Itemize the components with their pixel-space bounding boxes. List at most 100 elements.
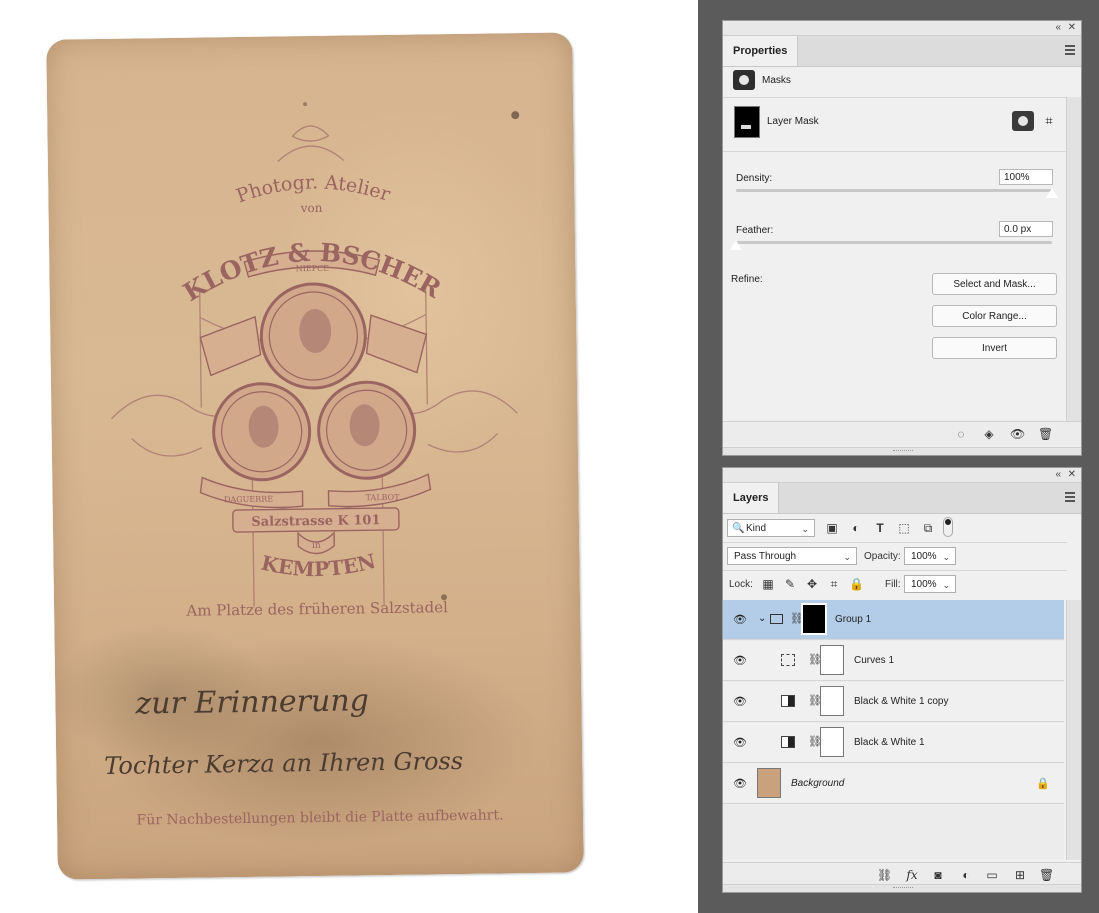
link-layers-icon[interactable]: ⛓: [877, 868, 892, 882]
layer-kind-filter[interactable]: 🔍 Kind ⌄: [727, 519, 815, 537]
lock-icon: 🔒: [1036, 778, 1050, 790]
apply-mask-icon[interactable]: ◈: [982, 427, 996, 441]
stamp-in: in: [312, 541, 321, 551]
tab-properties[interactable]: Properties: [723, 36, 799, 66]
stamp-banner-top: NIEPCE: [296, 264, 330, 273]
document-canvas[interactable]: Photogr. Atelier von KLOTZ & BSCHER NIEP…: [0, 0, 698, 913]
color-range-button[interactable]: Color Range...: [932, 305, 1057, 327]
fx-icon[interactable]: fx: [905, 868, 919, 882]
panel-menu-icon[interactable]: [1065, 492, 1075, 502]
visibility-eye-icon[interactable]: 👁: [733, 614, 747, 626]
stamp-banner-left: DAGUERRE: [224, 495, 273, 505]
type-filter-icon[interactable]: T: [873, 521, 887, 535]
adjustment-filter-icon[interactable]: ◐: [849, 521, 863, 535]
lock-image-pixels-icon[interactable]: ✎: [783, 577, 797, 591]
collapse-panel-icon[interactable]: «: [1055, 468, 1061, 482]
layers-scrollbar[interactable]: [1066, 600, 1081, 860]
stamp-footer: Für Nachbestellungen bleibt die Platte a…: [136, 807, 503, 828]
layer-kind-filter-value: Kind: [746, 523, 767, 534]
close-panel-icon[interactable]: ✕: [1068, 468, 1076, 482]
layer-mask-thumbnail[interactable]: [820, 686, 844, 716]
background-layer-thumbnail[interactable]: [757, 768, 781, 798]
chevron-down-icon: ⌄: [942, 552, 950, 562]
fill-input[interactable]: 100% ⌄: [904, 575, 956, 593]
panel-menu-icon[interactable]: [1065, 45, 1075, 55]
layer-row-curves-1[interactable]: 👁 ⛓ Curves 1: [723, 641, 1064, 681]
tab-layers[interactable]: Layers: [723, 483, 780, 513]
visibility-eye-icon[interactable]: 👁: [733, 778, 747, 790]
new-group-folder-icon[interactable]: ▭: [985, 868, 999, 882]
layers-panel: « ✕ Layers 🔍 Kind ⌄ ▣ ◐ T ⬚ ⧉ Pass Throu…: [722, 467, 1082, 893]
stamp-banner-right: TALBOT: [366, 493, 401, 502]
density-slider-track[interactable]: [736, 189, 1052, 192]
load-selection-icon[interactable]: ◌: [954, 427, 968, 441]
chevron-down-icon: ⌄: [942, 580, 950, 590]
visibility-eye-icon[interactable]: 👁: [733, 737, 747, 749]
shape-filter-icon[interactable]: ⬚: [897, 521, 911, 535]
new-layer-icon[interactable]: ⊞: [1013, 868, 1027, 882]
feather-slider-track[interactable]: [736, 241, 1052, 244]
stamp-line2: von: [300, 201, 323, 215]
feather-input[interactable]: 0.0 px: [999, 221, 1053, 237]
delete-layer-icon[interactable]: 🗑: [1039, 868, 1054, 882]
close-panel-icon[interactable]: ✕: [1068, 21, 1076, 35]
density-slider-thumb[interactable]: [1045, 187, 1059, 199]
layer-name: Black & White 1 copy: [854, 696, 949, 707]
properties-resize-grip[interactable]: [723, 447, 1081, 455]
vintage-photo-card-back: Photogr. Atelier von KLOTZ & BSCHER NIEP…: [46, 32, 584, 880]
handwriting-line2: Tochter Kerza an Ihren Gross: [104, 747, 463, 780]
layer-row-black-white-1-copy[interactable]: 👁 ⛓ Black & White 1 copy: [723, 682, 1064, 722]
pixel-filter-icon[interactable]: ▣: [825, 521, 839, 535]
adjustment-layer-icon[interactable]: ◐: [959, 868, 973, 882]
add-vector-mask-icon[interactable]: ⌗: [1038, 111, 1060, 131]
opacity-input[interactable]: 100% ⌄: [904, 547, 956, 565]
layer-name: Curves 1: [854, 655, 895, 666]
visibility-eye-icon[interactable]: 👁: [1010, 427, 1025, 441]
search-icon: 🔍: [732, 523, 745, 534]
visibility-eye-icon[interactable]: 👁: [733, 696, 747, 708]
visibility-eye-icon[interactable]: 👁: [733, 655, 747, 667]
smart-object-filter-icon[interactable]: ⧉: [921, 521, 935, 535]
blend-mode-select[interactable]: Pass Through ⌄: [727, 547, 857, 565]
add-mask-icon[interactable]: ◙: [931, 868, 945, 882]
select-and-mask-button[interactable]: Select and Mask...: [932, 273, 1057, 295]
layer-row-black-white-1[interactable]: 👁 ⛓ Black & White 1: [723, 723, 1064, 763]
layer-mask-thumbnail[interactable]: [820, 645, 844, 675]
layers-panel-titlebar: « ✕: [723, 468, 1081, 483]
folder-icon: [770, 614, 783, 624]
layer-name: Black & White 1: [854, 737, 925, 748]
delete-mask-icon[interactable]: 🗑: [1038, 427, 1053, 441]
properties-panel-titlebar: « ✕: [723, 21, 1081, 36]
masks-section-label: Masks: [762, 75, 791, 86]
density-input[interactable]: 100%: [999, 169, 1053, 185]
collapse-panel-icon[interactable]: «: [1055, 21, 1061, 35]
properties-tab-row: Properties: [723, 36, 1081, 67]
feather-slider-thumb[interactable]: [729, 239, 743, 251]
add-pixel-mask-button[interactable]: [1012, 111, 1034, 131]
layer-row-group-1[interactable]: 👁 ⌄ ⛓ Group 1: [723, 600, 1064, 640]
properties-scrollbar[interactable]: [1066, 97, 1081, 421]
layer-mask-thumbnail[interactable]: [734, 106, 760, 138]
group-mask-thumbnail[interactable]: [801, 603, 827, 635]
invert-button[interactable]: Invert: [932, 337, 1057, 359]
fill-label: Fill:: [885, 579, 901, 590]
layer-mask-thumbnail[interactable]: [820, 727, 844, 757]
black-white-adjustment-icon: [781, 736, 795, 748]
chevron-down-icon[interactable]: ⌄: [758, 613, 766, 624]
lock-all-icon[interactable]: 🔒: [849, 577, 864, 591]
layer-name: Group 1: [835, 614, 872, 625]
lock-artboard-icon[interactable]: ⌗: [827, 577, 841, 591]
masks-section-icon: [733, 70, 755, 90]
handwriting-line1: zur Erinnerung: [134, 683, 369, 721]
layer-row-background[interactable]: 👁 Background 🔒: [723, 764, 1064, 804]
opacity-value: 100%: [911, 551, 937, 562]
lock-transparent-pixels-icon[interactable]: ▦: [761, 577, 775, 591]
layers-resize-grip[interactable]: [723, 884, 1081, 892]
properties-panel: « ✕ Properties Masks Layer Mask ⌗ Densit…: [722, 20, 1082, 456]
lock-position-icon[interactable]: ✥: [805, 577, 819, 591]
chevron-down-icon: ⌄: [801, 524, 809, 534]
curves-adjustment-icon: [781, 654, 795, 666]
layer-name: Background: [791, 778, 845, 789]
stamp-street: Salzstrasse K 101: [251, 513, 380, 530]
filter-toggle-switch[interactable]: [943, 517, 953, 537]
